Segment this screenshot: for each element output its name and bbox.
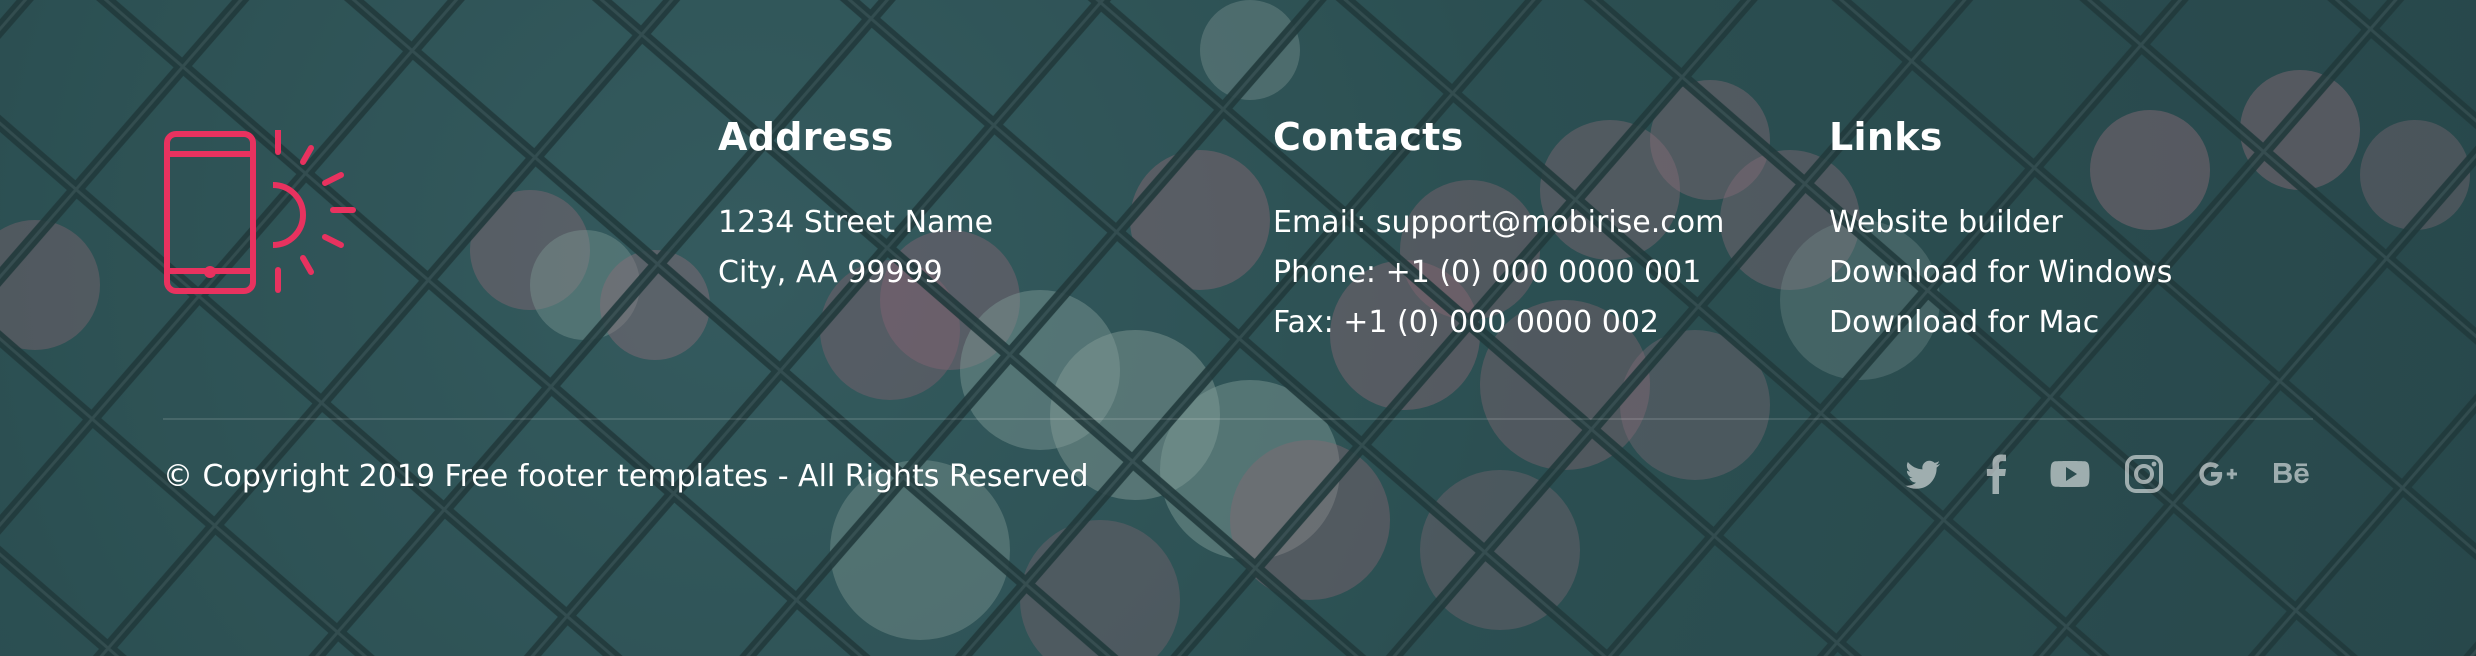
link-website-builder[interactable]: Website builder [1829, 198, 2172, 248]
facebook-icon[interactable] [1976, 452, 2016, 496]
address-column: Address 1234 Street Name City, AA 99999 [718, 112, 993, 298]
instagram-icon[interactable] [2124, 452, 2164, 496]
footer-divider [163, 418, 2313, 420]
link-download-mac[interactable]: Download for Mac [1829, 298, 2172, 348]
footer: Address 1234 Street Name City, AA 99999 … [0, 0, 2476, 656]
copyright-text: © Copyright 2019 Free footer templates -… [163, 459, 1089, 494]
google-plus-icon[interactable] [2198, 452, 2238, 496]
contact-phone: Phone: +1 (0) 000 0000 001 [1273, 255, 1702, 290]
phone-with-sun-icon [164, 130, 356, 294]
contact-fax: Fax: +1 (0) 000 0000 002 [1273, 305, 1660, 340]
address-line: 1234 Street Name [718, 205, 994, 240]
links-heading: Links [1829, 115, 1943, 159]
address-line: City, AA 99999 [718, 255, 943, 290]
social-links [1902, 452, 2312, 496]
youtube-icon[interactable] [2050, 452, 2090, 496]
contacts-column: Contacts Email: support@mobirise.com Pho… [1273, 112, 1724, 348]
address-heading: Address [718, 115, 894, 159]
links-column: Links Website builder Download for Windo… [1829, 112, 2172, 348]
contact-email: Email: support@mobirise.com [1273, 205, 1725, 240]
contacts-heading: Contacts [1273, 115, 1464, 159]
twitter-icon[interactable] [1902, 452, 1942, 496]
behance-icon[interactable] [2272, 452, 2312, 496]
link-download-windows[interactable]: Download for Windows [1829, 248, 2172, 298]
